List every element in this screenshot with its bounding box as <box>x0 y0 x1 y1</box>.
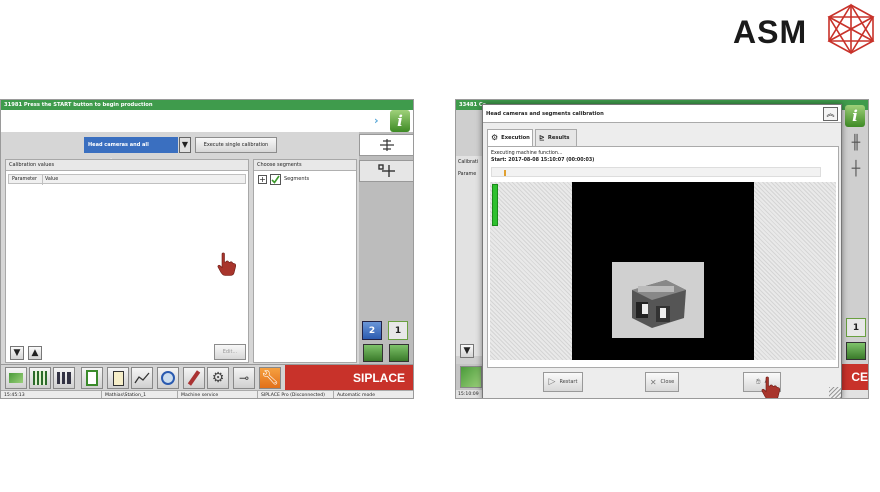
restart-label: Restart <box>559 379 578 385</box>
info-icon[interactable]: i <box>390 110 410 132</box>
collapse-chevron-icon[interactable]: ︽ <box>823 107 838 121</box>
bg-cross-add-icon: ┼ <box>851 161 861 177</box>
status-level-bar <box>492 184 498 226</box>
grid-icon[interactable] <box>29 367 51 389</box>
bg-status-time: 15:10:09 <box>458 392 479 397</box>
choose-segments-title: Choose segments <box>254 160 356 171</box>
right-toolbar: 2 1 <box>359 132 413 364</box>
close-button[interactable]: ✕ Close <box>645 372 679 392</box>
bg-conveyor-icon <box>846 342 866 360</box>
abort-icon: ✋︎ <box>756 377 761 386</box>
placement-head-icon <box>632 280 686 328</box>
scroll-down-button[interactable]: ▼ <box>10 346 24 360</box>
start-time-text: Start: 2017-08-08 15:10:07 (00:00:03) <box>491 158 595 163</box>
asm-logo-text: ASM <box>733 14 808 50</box>
cross-add-icon <box>377 164 395 177</box>
status-mode: Automatic mode <box>333 391 375 398</box>
tab-results[interactable]: ⊵ Results <box>535 129 577 146</box>
service-wrench-icon[interactable]: 🔧︎ <box>259 367 281 389</box>
camera-view-area <box>490 182 836 360</box>
edit-button[interactable]: Edit... <box>214 344 246 360</box>
bg-boards-icon <box>460 366 482 388</box>
head-image-frame <box>612 262 704 338</box>
help-area: › i <box>358 110 413 132</box>
gantry-2-button[interactable]: 2 <box>362 321 382 340</box>
calibration-dialog: Head cameras and segments calibration ︽ … <box>482 104 842 398</box>
bg-gantry-1-button: 1 <box>846 318 866 337</box>
status-time: 15:45:13 <box>4 393 25 398</box>
bottom-taskbar: ⚙ ⊸ 🔧︎ SIPLACE <box>1 364 413 391</box>
scroll-up-button[interactable]: ▲ <box>28 346 42 360</box>
pointer-hand-icon <box>217 252 236 276</box>
tab-results-label: Results <box>547 135 570 141</box>
status-message-bar: 31981 Press the START button to begin pr… <box>1 100 413 110</box>
conveyor-in-icon[interactable] <box>363 344 383 362</box>
left-screenshot: 31981 Press the START button to begin pr… <box>0 99 414 399</box>
tab-execution[interactable]: ⚙ Execution <box>487 129 533 146</box>
pointer-hand-icon <box>761 376 780 398</box>
camera-image <box>572 182 754 360</box>
gantry-1-button[interactable]: 1 <box>388 321 408 340</box>
message-area <box>1 110 358 132</box>
dialog-title: Head cameras and segments calibration <box>483 105 841 123</box>
play-icon: ▷ <box>548 377 556 387</box>
execution-panel: Executing machine function... Start: 201… <box>487 146 839 368</box>
results-chart-icon: ⊵ <box>539 134 545 142</box>
vacuum-icon[interactable]: ⊸ <box>233 367 255 389</box>
restart-button[interactable]: ▷ Restart <box>543 372 583 392</box>
status-role: Machine service <box>177 391 218 398</box>
calibration-values-title: Calibration values <box>6 160 248 171</box>
checkmark-icon <box>271 175 280 184</box>
siplace-banner: SIPLACE <box>285 365 413 391</box>
bg-info-icon: i <box>842 104 868 128</box>
progress-marker <box>504 170 506 176</box>
bg-parameter-label: Parame <box>458 172 477 177</box>
expand-icon[interactable]: + <box>258 175 267 184</box>
column-value: Value <box>42 175 58 185</box>
close-label: Close <box>660 379 675 385</box>
calibration-mode-select[interactable]: Head cameras and all segments <box>84 137 178 164</box>
progress-bar <box>491 167 821 177</box>
execute-calibration-button[interactable]: Execute single calibration <box>195 137 277 153</box>
calibration-cross-icon <box>379 139 394 151</box>
close-icon: ✕ <box>649 377 657 387</box>
bg-siplace-banner: CE <box>842 364 868 390</box>
camera-icon[interactable] <box>157 367 179 389</box>
segments-checkbox[interactable] <box>270 174 281 185</box>
document-icon[interactable] <box>107 367 129 389</box>
resize-grip[interactable] <box>829 387 841 398</box>
segments-label: Segments <box>284 176 310 182</box>
status-station: Mathias\Station_1 <box>101 391 146 398</box>
chevron-right-icon[interactable]: › <box>374 114 379 127</box>
gear-icon[interactable]: ⚙ <box>207 367 229 389</box>
status-connection: SIPLACE Pro (Disconnected) <box>257 391 325 398</box>
chart-icon[interactable] <box>131 367 153 389</box>
boards-icon[interactable] <box>5 367 27 389</box>
calibration-values-panel: Calibration values Parameter Value ▼ ▲ E… <box>5 159 249 363</box>
gear-icon: ⚙ <box>491 133 499 142</box>
bg-scroll-down-button: ▼ <box>460 344 474 358</box>
bg-calibration-label: Calibrati <box>458 160 479 165</box>
column-parameter: Parameter <box>12 177 37 182</box>
add-cross-tool-button[interactable] <box>359 160 413 182</box>
choose-segments-panel: Choose segments + Segments <box>253 159 357 363</box>
table-header: Parameter Value <box>8 174 246 185</box>
conveyor-out-icon[interactable] <box>389 344 409 362</box>
nozzle-icon[interactable] <box>183 367 205 389</box>
bg-left-area: Calibrati Parame <box>456 156 482 356</box>
right-screenshot: 33481 Ca Calibrati Parame ▼ i ╫ ┼ 1 CE 1… <box>455 99 869 399</box>
executing-text: Executing machine function... <box>491 151 563 156</box>
line-chart-icon <box>134 372 150 384</box>
feeder-icon[interactable] <box>81 367 103 389</box>
tab-execution-label: Execution <box>501 135 530 141</box>
statistics-icon[interactable] <box>53 367 75 389</box>
dropdown-arrow-icon[interactable]: ▼ <box>179 137 191 153</box>
asm-emblem-icon <box>827 3 875 55</box>
main-content: Head cameras and all segments ▼ Execute … <box>1 132 359 364</box>
calibrate-tool-button[interactable] <box>359 134 413 156</box>
status-bar: 15:45:13 Mathias\Station_1 Machine servi… <box>1 390 413 398</box>
bg-cross-tool-icon: ╫ <box>851 135 861 151</box>
